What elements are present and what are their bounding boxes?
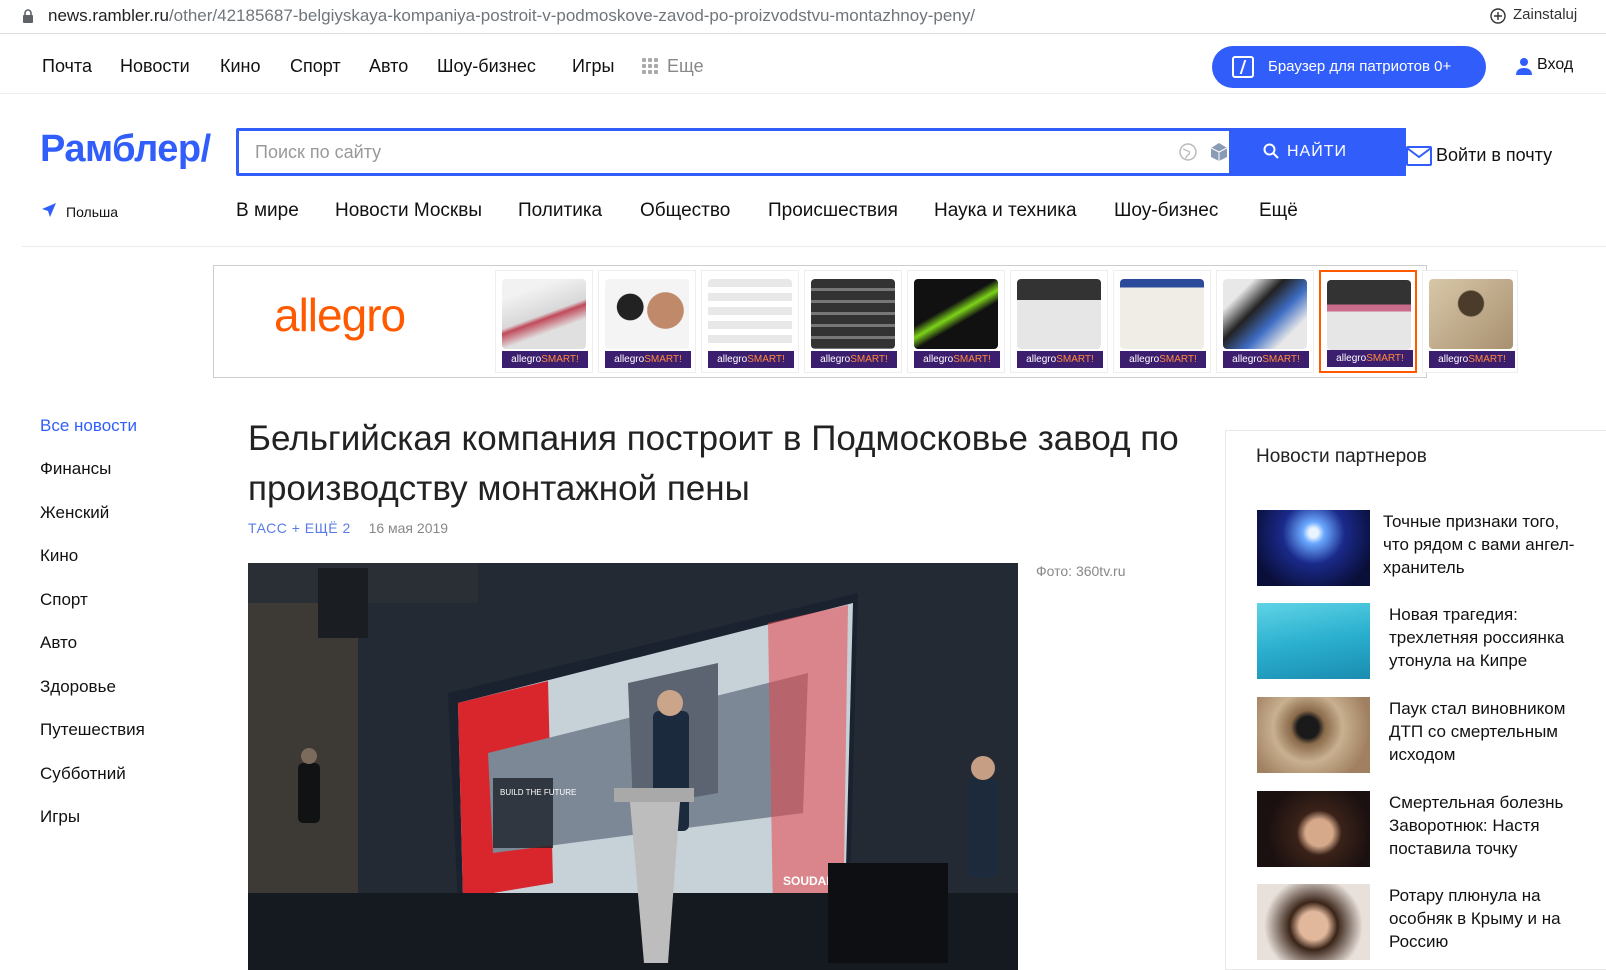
browser-address-bar[interactable]: news.rambler.ru/other/42185687-belgiyska…: [0, 0, 1606, 34]
nav-item-showbiz[interactable]: Шоу-бизнес: [437, 56, 536, 77]
lock-icon: [23, 9, 33, 23]
partners-block: Новости партнеров Точные признаки того, …: [1225, 430, 1606, 970]
section-incidents[interactable]: Происшествия: [768, 200, 898, 222]
rubric-health[interactable]: Здоровье: [40, 677, 116, 697]
keyboard-icon[interactable]: [1211, 143, 1227, 161]
ad-product[interactable]: allegroSMART!: [804, 270, 902, 373]
rubric-sport[interactable]: Спорт: [40, 590, 88, 610]
allegro-logo[interactable]: allegro: [274, 288, 406, 342]
ad-product[interactable]: allegroSMART!: [598, 270, 696, 373]
section-showbiz[interactable]: Шоу-бизнес: [1114, 200, 1218, 222]
article-source[interactable]: ТАСС + ЕЩЁ 2: [248, 520, 351, 536]
rubric-women[interactable]: Женский: [40, 503, 109, 523]
article-photo: BUILD THE FUTURE SOUDAL: [248, 563, 1018, 970]
partner-news-item[interactable]: Смертельная болезнь Заворотнюк: Настя по…: [1257, 791, 1597, 867]
rubric-all-news[interactable]: Все новости: [40, 416, 137, 436]
partner-thumbnail[interactable]: [1257, 884, 1370, 960]
search-box: НАЙТИ: [236, 128, 1406, 176]
screen-brand: SOUDAL: [783, 874, 834, 888]
search-icon: [1263, 143, 1279, 159]
partner-headline[interactable]: Паук стал виновником ДТП со смертельным …: [1389, 697, 1589, 766]
photo-credit: Фото: 360tv.ru: [1036, 563, 1126, 579]
login-mail-link[interactable]: Войти в почту: [1436, 145, 1552, 166]
rubric-kino[interactable]: Кино: [40, 546, 78, 566]
section-moscow[interactable]: Новости Москвы: [335, 200, 482, 222]
url-text[interactable]: news.rambler.ru/other/42185687-belgiyska…: [48, 6, 975, 26]
section-society[interactable]: Общество: [640, 200, 730, 222]
partner-thumbnail[interactable]: [1257, 603, 1370, 679]
search-input[interactable]: [239, 131, 1229, 173]
partner-thumbnail[interactable]: [1257, 510, 1370, 586]
mail-icon[interactable]: [1406, 146, 1432, 166]
section-more[interactable]: Ещё: [1259, 200, 1298, 222]
region-selector[interactable]: Польша: [66, 204, 118, 220]
nav-item-sport[interactable]: Спорт: [290, 56, 341, 77]
partner-news-item[interactable]: Ротару плюнула на особняк в Крыму и на Р…: [1257, 884, 1597, 960]
partner-headline[interactable]: Новая трагедия: трехлетняя россиянка уто…: [1389, 603, 1589, 672]
user-icon[interactable]: [1516, 57, 1532, 75]
ad-banner[interactable]: allegro allegroSMART! allegroSMART! alle…: [213, 265, 1518, 378]
browser-download-button[interactable]: Браузер для патриотов 0+: [1212, 46, 1486, 88]
article-meta: ТАСС + ЕЩЁ 2 16 мая 2019: [248, 520, 448, 536]
apps-grid-icon[interactable]: [642, 58, 658, 74]
partner-thumbnail[interactable]: [1257, 697, 1370, 773]
partner-thumbnail[interactable]: [1257, 791, 1370, 867]
section-science[interactable]: Наука и техника: [934, 200, 1077, 222]
partner-headline[interactable]: Ротару плюнула на особняк в Крыму и на Р…: [1389, 884, 1589, 953]
stage-illustration: BUILD THE FUTURE SOUDAL: [248, 563, 1018, 970]
install-button[interactable]: Zainstaluj: [1513, 6, 1577, 23]
screen-text: BUILD THE FUTURE: [500, 788, 576, 797]
nav-item-games[interactable]: Игры: [572, 56, 614, 77]
nav-more[interactable]: Еще: [667, 56, 704, 77]
nav-item-kino[interactable]: Кино: [220, 56, 261, 77]
search-button[interactable]: НАЙТИ: [1229, 128, 1406, 176]
ad-product[interactable]: allegroSMART!: [1422, 270, 1518, 373]
section-politics[interactable]: Политика: [518, 200, 602, 222]
globe-icon[interactable]: [1179, 143, 1197, 161]
ad-product[interactable]: allegroSMART!: [495, 270, 593, 373]
rubric-games[interactable]: Игры: [40, 807, 80, 827]
section-world[interactable]: В мире: [236, 200, 299, 222]
install-icon[interactable]: [1490, 8, 1506, 24]
partners-title: Новости партнеров: [1256, 446, 1427, 467]
partner-headline[interactable]: Смертельная болезнь Заворотнюк: Настя по…: [1389, 791, 1589, 860]
services-nav: Почта Новости Кино Спорт Авто Шоу-бизнес…: [0, 38, 1606, 94]
partner-headline[interactable]: Точные признаки того, что рядом с вами а…: [1383, 510, 1583, 579]
article-date: 16 мая 2019: [368, 520, 449, 536]
ad-product[interactable]: allegroSMART!: [1216, 270, 1314, 373]
ad-product[interactable]: allegroSMART!: [1010, 270, 1108, 373]
rubric-saturday[interactable]: Субботний: [40, 764, 126, 784]
rubric-auto[interactable]: Авто: [40, 633, 77, 653]
partner-news-item[interactable]: Паук стал виновником ДТП со смертельным …: [1257, 697, 1597, 773]
partner-news-item[interactable]: Новая трагедия: трехлетняя россиянка уто…: [1257, 603, 1597, 679]
article-title: Бельгийская компания построит в Подмоско…: [248, 419, 1179, 508]
rubric-finance[interactable]: Финансы: [40, 459, 111, 479]
nav-item-mail[interactable]: Почта: [42, 56, 92, 77]
partner-news-item[interactable]: Точные признаки того, что рядом с вами а…: [1257, 510, 1597, 586]
ad-product-selected[interactable]: allegroSMART!: [1319, 270, 1417, 373]
ad-product[interactable]: allegroSMART!: [1113, 270, 1211, 373]
nav-item-news[interactable]: Новости: [120, 56, 190, 77]
divider: [22, 246, 1606, 247]
ad-product[interactable]: allegroSMART!: [701, 270, 799, 373]
rambler-logo[interactable]: Рамблер/: [40, 128, 211, 171]
browser-logo-icon: [1232, 56, 1254, 78]
login-link[interactable]: Вход: [1537, 56, 1573, 74]
location-arrow-icon[interactable]: [42, 203, 56, 217]
nav-item-auto[interactable]: Авто: [369, 56, 408, 77]
ad-product[interactable]: allegroSMART!: [907, 270, 1005, 373]
rubric-travel[interactable]: Путешествия: [40, 720, 145, 740]
